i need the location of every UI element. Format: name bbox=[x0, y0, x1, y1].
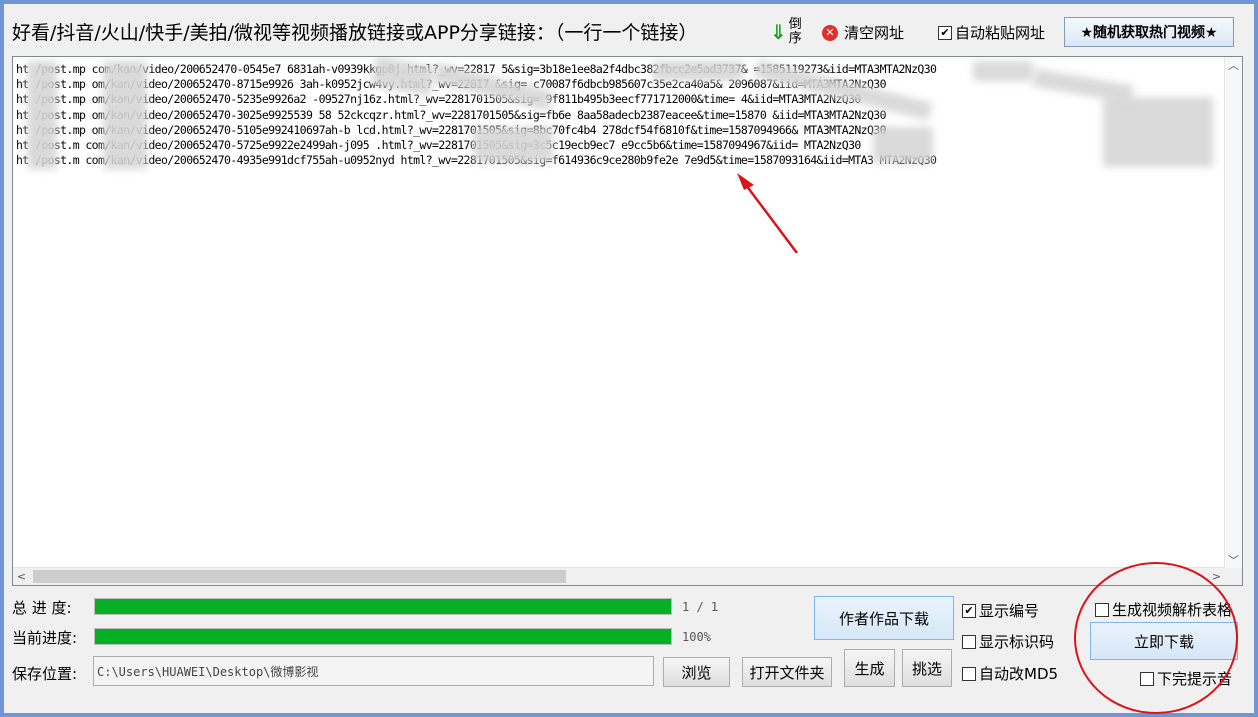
close-icon: ✕ bbox=[822, 24, 838, 41]
checkbox-checked-icon[interactable]: ✔ bbox=[938, 25, 952, 40]
generate-button[interactable]: 生成 bbox=[844, 649, 895, 687]
toolbar: 好看/抖音/火山/快手/美拍/微视等视频播放链接或APP分享链接：（一行一个链接… bbox=[4, 4, 1254, 54]
browse-button[interactable]: 浏览 bbox=[663, 657, 730, 687]
random-hot-videos-button[interactable]: ★随机获取热门视频★ bbox=[1064, 17, 1234, 47]
author-works-download-button[interactable]: 作者作品下载 bbox=[814, 596, 954, 640]
open-folder-button[interactable]: 打开文件夹 bbox=[742, 657, 832, 687]
total-progress-text: 1 / 1 bbox=[682, 600, 719, 614]
gen-table-checkbox[interactable]: 生成视频解析表格 bbox=[1095, 599, 1232, 620]
pick-button[interactable]: 挑选 bbox=[902, 649, 952, 687]
auto-paste-label: 自动粘贴网址 bbox=[955, 24, 1046, 42]
clear-urls-label: 清空网址 bbox=[844, 24, 905, 42]
current-progress-bar bbox=[94, 628, 672, 645]
show-number-checkbox[interactable]: ✔ 显示编号 bbox=[962, 600, 1039, 621]
url-textarea[interactable]: ht /post.mp com/kan/video/200652470-0545… bbox=[12, 56, 1243, 586]
show-mark-label: 显示标识码 bbox=[979, 633, 1055, 651]
auto-md5-label: 自动改MD5 bbox=[979, 665, 1059, 683]
app-window: 好看/抖音/火山/快手/美拍/微视等视频播放链接或APP分享链接：（一行一个链接… bbox=[4, 4, 1254, 714]
auto-md5-checkbox[interactable]: 自动改MD5 bbox=[962, 663, 1058, 684]
chevron-right-icon[interactable]: > bbox=[1208, 568, 1225, 585]
checkbox-icon[interactable] bbox=[962, 634, 976, 649]
checkbox-icon[interactable] bbox=[962, 666, 976, 681]
chevron-down-icon[interactable]: ﹀ bbox=[1225, 552, 1242, 569]
total-progress-label: 总 进 度: bbox=[12, 599, 72, 617]
download-now-button[interactable]: 立即下载 bbox=[1090, 622, 1238, 660]
show-number-label: 显示编号 bbox=[979, 602, 1040, 620]
vertical-scrollbar[interactable]: ︿ ﹀ bbox=[1224, 57, 1242, 569]
clear-urls-button[interactable]: ✕ 清空网址 bbox=[822, 22, 904, 43]
current-progress-fill bbox=[95, 629, 671, 644]
input-instructions-label: 好看/抖音/火山/快手/美拍/微视等视频播放链接或APP分享链接：（一行一个链接… bbox=[12, 22, 698, 44]
current-progress-label: 当前进度: bbox=[12, 629, 78, 647]
finish-sound-checkbox[interactable]: 下完提示音 bbox=[1140, 668, 1232, 689]
checkbox-icon[interactable] bbox=[1140, 671, 1154, 686]
scroll-thumb[interactable] bbox=[33, 570, 566, 583]
horizontal-scrollbar[interactable]: < > bbox=[13, 567, 1225, 585]
finish-sound-label: 下完提示音 bbox=[1157, 670, 1233, 688]
annotation-arrow bbox=[737, 173, 798, 254]
auto-paste-checkbox[interactable]: ✔ 自动粘贴网址 bbox=[938, 22, 1045, 43]
save-location-label: 保存位置: bbox=[12, 665, 78, 683]
save-path-input[interactable]: C:\Users\HUAWEI\Desktop\微博影视 bbox=[93, 656, 654, 686]
checkbox-icon[interactable] bbox=[1095, 602, 1109, 617]
current-progress-text: 100% bbox=[682, 630, 711, 644]
checkbox-checked-icon[interactable]: ✔ bbox=[962, 603, 976, 618]
chevron-up-icon[interactable]: ︿ bbox=[1225, 57, 1242, 74]
scroll-corner bbox=[1225, 568, 1242, 585]
show-mark-checkbox[interactable]: 显示标识码 bbox=[962, 631, 1054, 652]
gen-table-label: 生成视频解析表格 bbox=[1112, 601, 1233, 619]
reverse-order-button[interactable]: ⇓ 倒序 bbox=[770, 14, 803, 50]
total-progress-fill bbox=[95, 599, 671, 614]
chevron-left-icon[interactable]: < bbox=[13, 568, 30, 585]
reverse-order-label: 倒序 bbox=[788, 17, 802, 46]
down-arrow-icon: ⇓ bbox=[770, 20, 787, 44]
total-progress-bar bbox=[94, 598, 672, 615]
